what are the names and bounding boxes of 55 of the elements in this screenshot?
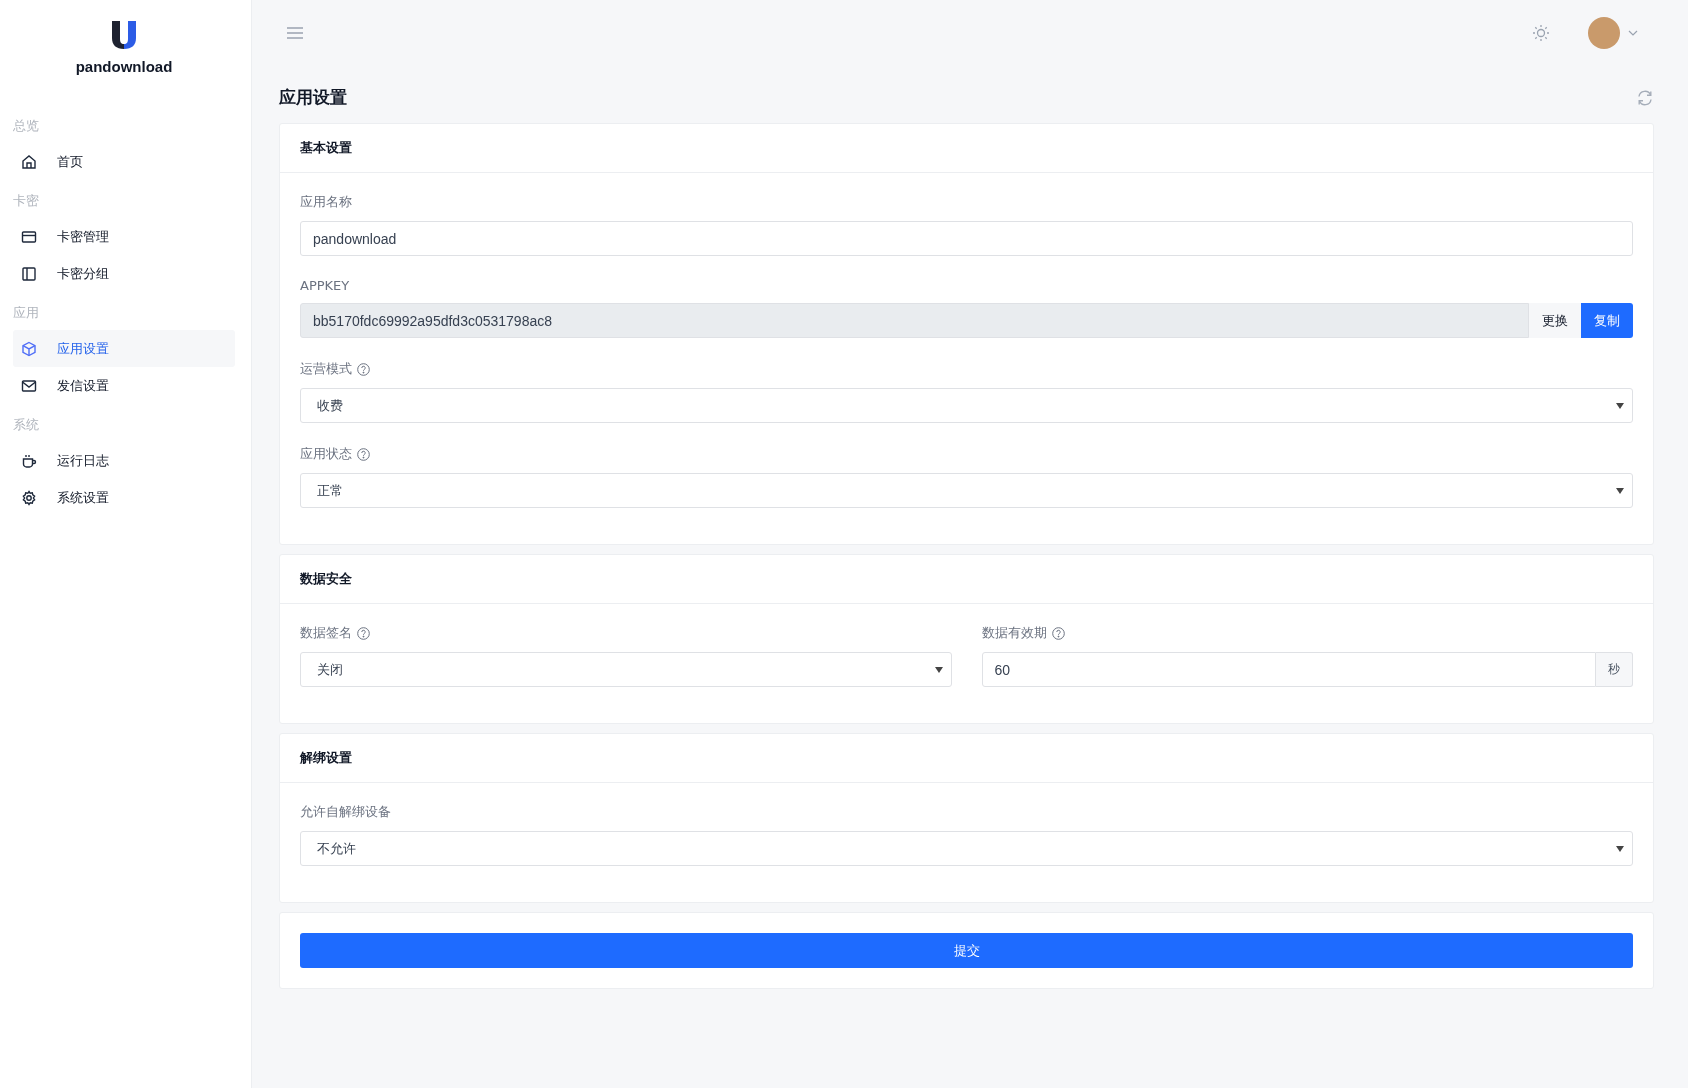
refresh-icon[interactable]	[1636, 89, 1654, 106]
nav-item[interactable]: 发信设置	[13, 367, 235, 404]
cup-icon	[21, 452, 37, 469]
nav-group-title: 应用	[13, 304, 40, 322]
nav-item[interactable]: 首页	[13, 143, 235, 180]
logo-icon	[111, 20, 137, 50]
cube-icon	[21, 340, 37, 357]
field-label: 允许自解绑设备	[300, 803, 391, 821]
brand-name: pandownload	[75, 58, 173, 75]
unit-label: 秒	[1596, 652, 1633, 687]
dropdown-caret-icon	[1616, 487, 1624, 494]
text-input[interactable]: pandownload	[300, 221, 1633, 256]
nav-group-title: 系统	[13, 416, 40, 434]
select-field[interactable]: 不允许	[300, 831, 1633, 866]
nav-group-title: 卡密	[13, 192, 40, 210]
copy-button[interactable]: 复制	[1581, 303, 1633, 338]
mail-icon	[21, 377, 37, 394]
home-icon	[21, 153, 37, 170]
sun-icon[interactable]	[1532, 24, 1550, 42]
nav-item[interactable]: 卡密管理	[13, 218, 235, 255]
panel-icon	[21, 265, 37, 282]
page-title: 应用设置	[279, 86, 347, 109]
card-icon	[21, 228, 37, 245]
chevron-down-icon[interactable]	[1628, 30, 1638, 36]
field-label: 应用名称	[300, 193, 352, 211]
nav-item[interactable]: 应用设置	[13, 330, 235, 367]
help-icon[interactable]	[1051, 626, 1065, 640]
help-icon[interactable]	[357, 362, 370, 376]
card-title: 数据安全	[280, 555, 1653, 604]
help-icon[interactable]	[357, 626, 370, 640]
appkey-input[interactable]: bb5170fdc69992a95dfd3c0531798ac8	[300, 303, 1529, 338]
field-label: APPKEY	[300, 278, 350, 293]
field-label: 应用状态	[300, 445, 352, 463]
dropdown-caret-icon	[1616, 845, 1624, 852]
card-title: 解绑设置	[280, 734, 1653, 783]
select-field[interactable]: 关闭	[300, 652, 952, 687]
field-label: 数据签名	[300, 624, 352, 642]
menu-icon[interactable]	[286, 26, 304, 40]
nav-group-title: 总览	[13, 117, 40, 135]
change-button[interactable]: 更换	[1529, 303, 1581, 338]
nav-item[interactable]: 系统设置	[13, 479, 235, 516]
select-field[interactable]: 正常	[300, 473, 1633, 508]
submit-button[interactable]: 提交	[300, 933, 1633, 968]
gear-icon	[21, 489, 37, 506]
field-label: 数据有效期	[981, 624, 1047, 642]
dropdown-caret-icon	[1616, 402, 1624, 409]
nav-item[interactable]: 运行日志	[13, 442, 235, 479]
card-title: 基本设置	[280, 124, 1653, 173]
select-field[interactable]: 收费	[300, 388, 1633, 423]
field-label: 运营模式	[300, 360, 352, 378]
dropdown-caret-icon	[934, 666, 943, 673]
help-icon[interactable]	[357, 447, 370, 461]
number-input[interactable]: 60	[981, 652, 1596, 687]
nav-item[interactable]: 卡密分组	[13, 255, 235, 292]
avatar-placeholder[interactable]	[1588, 17, 1620, 49]
